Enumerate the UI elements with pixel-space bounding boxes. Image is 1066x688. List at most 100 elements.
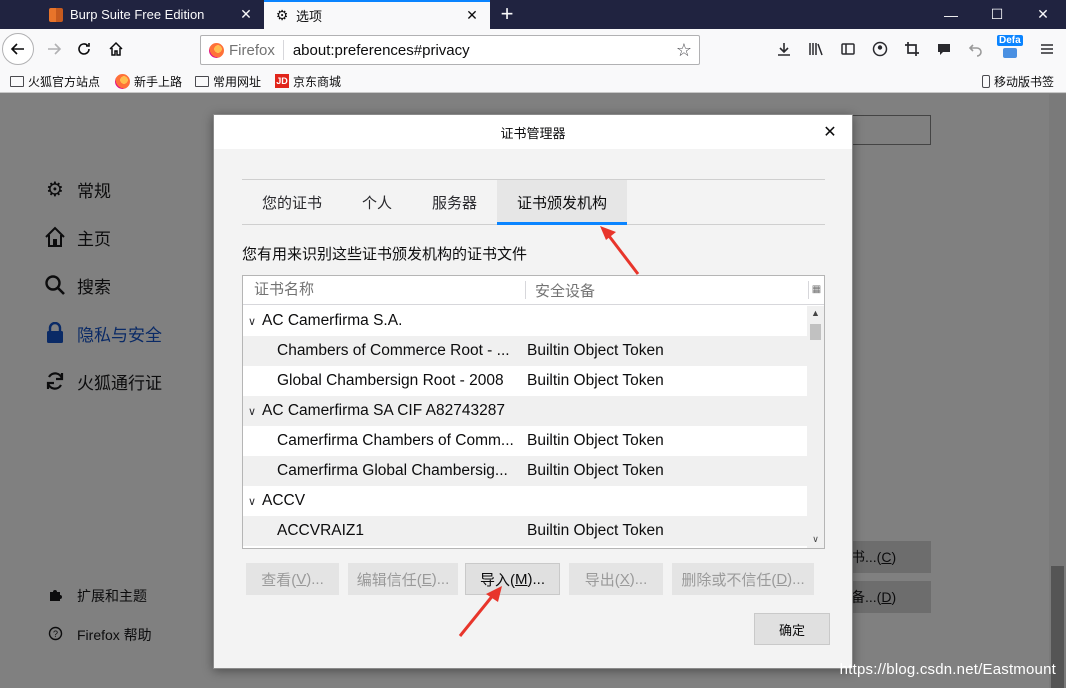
find-in-options-input[interactable] xyxy=(850,115,931,145)
cert-name: AC Camerfirma S.A. xyxy=(262,312,403,329)
arrow-left-icon xyxy=(10,43,24,55)
identity-box[interactable]: Firefox xyxy=(201,40,284,60)
downloads-icon[interactable] xyxy=(773,38,795,60)
sidebar-icon[interactable] xyxy=(837,38,859,60)
puzzle-icon xyxy=(46,587,64,605)
button-label-suffix: )... xyxy=(629,570,648,588)
tab-strip: Burp Suite Free Edition ✕ ⚙ 选项 ✕ + — ☐ ✕ xyxy=(0,0,1066,29)
scroll-up-icon[interactable]: ▲ xyxy=(807,308,824,322)
tree-scrollbar[interactable]: ▲ ∨ xyxy=(807,306,824,548)
tree-row[interactable]: Global Chambersign Root - 2008 Builtin O… xyxy=(243,366,807,396)
sidebar-item-label: 火狐通行证 xyxy=(77,373,162,393)
button-accesskey: X xyxy=(619,570,630,588)
tab-authorities[interactable]: 证书颁发机构 xyxy=(497,180,628,225)
cert-device: Builtin Object Token xyxy=(527,432,664,449)
url-bar[interactable]: Firefox about:preferences#privacy ☆ xyxy=(200,35,700,65)
tree-group-row[interactable]: ∨ AC Camerfirma S.A. xyxy=(243,306,807,336)
tree-row[interactable]: Camerfirma Global Chambersig... Builtin … xyxy=(243,456,807,486)
help-icon: ? xyxy=(46,626,64,644)
bookmark-label: 常用网址 xyxy=(213,74,262,89)
ok-button[interactable]: 确定 xyxy=(754,613,830,645)
button-label-suffix: )... xyxy=(787,570,805,588)
button-label-suffix: ) xyxy=(891,589,897,605)
tree-group-row[interactable]: ∨ AC Camerfirma SA CIF A82743287 xyxy=(243,396,807,426)
bookmark-star-icon[interactable]: ☆ xyxy=(669,40,699,61)
tree-row[interactable]: Chambers of Commerce Root - ... Builtin … xyxy=(243,336,807,366)
sidebar-item-privacy[interactable]: 隐私与安全 xyxy=(42,320,162,346)
chevron-down-icon[interactable]: ∨ xyxy=(248,405,260,418)
sidebar-item-help[interactable]: ? Firefox 帮助 xyxy=(46,625,152,645)
undo-icon[interactable] xyxy=(965,38,987,60)
scroll-down-icon[interactable]: ∨ xyxy=(807,534,824,548)
button-label-prefix: 书...( xyxy=(851,549,882,565)
new-tab-button[interactable]: + xyxy=(494,2,520,28)
bookmark-item[interactable]: 常用网址 xyxy=(195,72,261,90)
sidebar-item-general[interactable]: ⚙ 常规 xyxy=(42,176,111,202)
sidebar-item-home[interactable]: 主页 xyxy=(42,224,111,250)
url-input[interactable]: about:preferences#privacy xyxy=(284,42,669,59)
forward-button[interactable] xyxy=(38,33,70,65)
chat-icon[interactable] xyxy=(933,38,955,60)
reload-button[interactable] xyxy=(68,33,100,65)
back-button[interactable] xyxy=(2,33,34,65)
reload-icon xyxy=(78,43,90,55)
library-icon[interactable] xyxy=(805,38,827,60)
bookmark-item[interactable]: 火狐官方站点 xyxy=(10,72,100,90)
bookmark-item[interactable]: JD 京东商城 xyxy=(275,72,341,90)
tree-group-row[interactable]: ∨ ACCV xyxy=(243,486,807,516)
tree-header: 证书名称 安全设备 ▦ xyxy=(243,276,824,305)
button-label-suffix: ) xyxy=(891,549,897,565)
bookmark-item[interactable]: 新手上路 xyxy=(115,72,182,90)
column-header-name[interactable]: 证书名称 xyxy=(243,281,526,299)
home-button[interactable] xyxy=(100,33,132,65)
screenshot-crop-icon[interactable] xyxy=(901,38,923,60)
tab-options[interactable]: ⚙ 选项 ✕ xyxy=(264,0,490,29)
mobile-bookmarks[interactable]: 移动版书签 xyxy=(982,72,1054,90)
close-icon[interactable]: ✕ xyxy=(820,122,840,142)
certificate-tabs: 您的证书 个人 服务器 证书颁发机构 xyxy=(242,179,825,225)
cert-device: Builtin Object Token xyxy=(527,522,664,539)
bookmark-label: 火狐官方站点 xyxy=(28,74,101,89)
minimize-button[interactable]: — xyxy=(928,0,974,29)
cert-device: Builtin Object Token xyxy=(527,372,664,389)
maximize-button[interactable]: ☐ xyxy=(974,0,1020,29)
tab-label: 服务器 xyxy=(432,194,478,212)
menu-icon[interactable] xyxy=(1036,38,1058,60)
sidebar-item-addons[interactable]: 扩展和主题 xyxy=(46,586,147,606)
tree-row[interactable]: ACCVRAIZ1 Builtin Object Token xyxy=(243,516,807,546)
column-header-device[interactable]: 安全设备 xyxy=(526,280,808,301)
tree-row[interactable]: Camerfirma Chambers of Comm... Builtin O… xyxy=(243,426,807,456)
tab-title: Burp Suite Free Edition xyxy=(70,7,205,22)
sidebar-item-label: 扩展和主题 xyxy=(77,588,147,604)
sidebar-item-sync[interactable]: 火狐通行证 xyxy=(42,368,162,394)
delete-or-distrust-button[interactable]: 删除或不信任(D)... xyxy=(672,563,814,595)
cert-name: Chambers of Commerce Root - ... xyxy=(277,342,510,359)
close-tab-icon[interactable]: ✕ xyxy=(460,7,484,24)
column-picker-icon[interactable]: ▦ xyxy=(808,281,824,299)
tab-label: 个人 xyxy=(362,194,393,212)
tab-people[interactable]: 个人 xyxy=(342,180,412,224)
button-accesskey: D xyxy=(776,570,788,588)
tab-servers[interactable]: 服务器 xyxy=(412,180,497,224)
certificate-manager-dialog: 证书管理器 ✕ 您的证书 个人 服务器 证书颁发机构 您有用来识别这些证书颁发机… xyxy=(213,114,853,669)
import-button[interactable]: 导入(M)... xyxy=(465,563,560,595)
close-tab-icon[interactable]: ✕ xyxy=(234,6,258,23)
window-close-button[interactable]: ✕ xyxy=(1020,0,1066,29)
security-devices-button[interactable]: 备...(D) xyxy=(845,581,931,613)
certificate-tree[interactable]: 证书名称 安全设备 ▦ ∨ AC Camerfirma S.A. Chambers… xyxy=(242,275,825,549)
view-button[interactable]: 查看(V)... xyxy=(246,563,339,595)
sidebar-item-label: 隐私与安全 xyxy=(77,325,162,345)
view-certificates-button[interactable]: 书...(C) xyxy=(845,541,931,573)
button-label-prefix: 编辑信任( xyxy=(356,571,422,589)
tab-your-certificates[interactable]: 您的证书 xyxy=(242,180,342,224)
button-accesskey: D xyxy=(881,589,892,605)
export-button[interactable]: 导出(X)... xyxy=(569,563,663,595)
lock-icon xyxy=(42,320,68,346)
edit-trust-button[interactable]: 编辑信任(E)... xyxy=(348,563,458,595)
chevron-down-icon[interactable]: ∨ xyxy=(248,495,260,508)
scrollbar-thumb[interactable] xyxy=(810,324,821,340)
tab-burp-suite[interactable]: Burp Suite Free Edition ✕ xyxy=(38,0,264,29)
chevron-down-icon[interactable]: ∨ xyxy=(248,315,260,328)
account-icon[interactable] xyxy=(869,38,891,60)
sidebar-item-search[interactable]: 搜索 xyxy=(42,272,111,298)
